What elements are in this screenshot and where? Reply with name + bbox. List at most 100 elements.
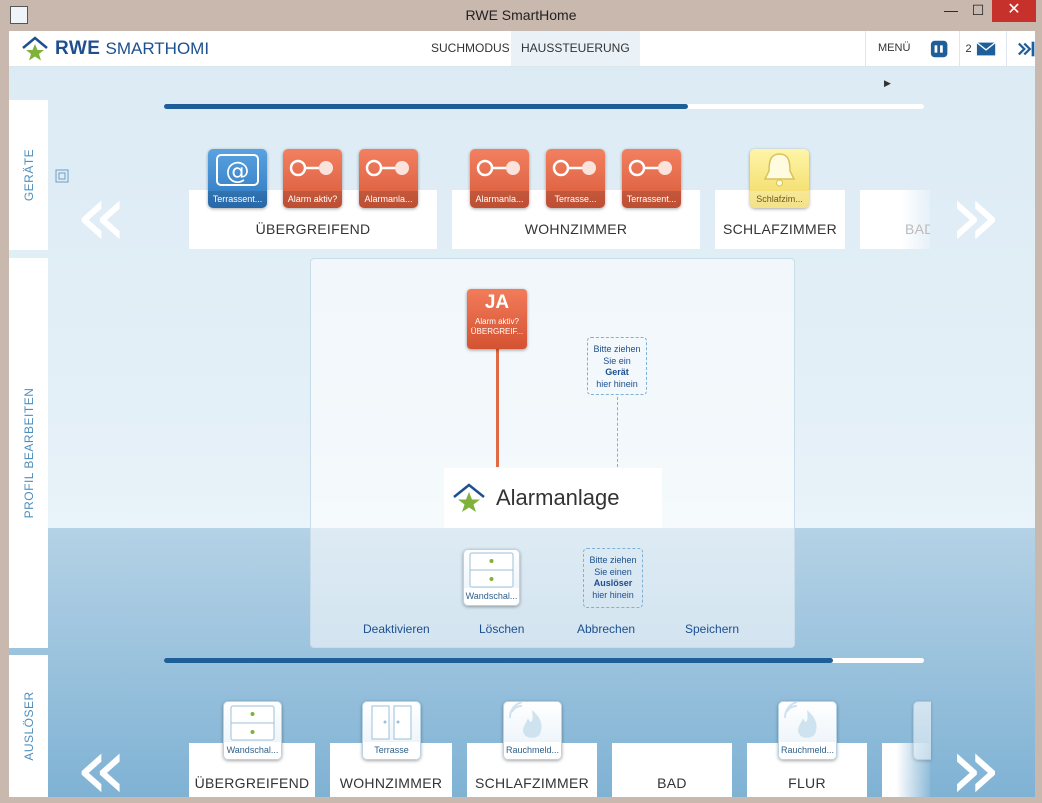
ausloeser-scroll-progress[interactable] [164, 658, 924, 663]
logout-icon[interactable] [1017, 39, 1035, 59]
dropzone-text: hier hinein [596, 378, 638, 389]
condition-room: ÜBERGREIF... [470, 327, 524, 336]
sidetab-profil-label: PROFIL BEARBEITEN [21, 387, 36, 519]
tile-caption: Terrasse [363, 742, 420, 759]
condition-tile[interactable]: JA Alarm aktiv? ÜBERGREIF... [467, 289, 527, 349]
geraete-room-bad: BAD [860, 190, 930, 249]
wall-switch-icon [469, 552, 514, 588]
geraete-prev-arrow[interactable]: « [75, 173, 128, 259]
tile-caption: Rauchmeld... [779, 742, 836, 759]
toggle-status-icon [365, 159, 409, 177]
ausloeser-room-bad: BAD [612, 743, 732, 797]
tile-caption: Schlafzim... [750, 191, 809, 208]
room-label: BAD [905, 221, 930, 237]
house-star-icon [453, 483, 485, 512]
trigger-tile-door-sensor[interactable]: Terrasse [362, 701, 421, 760]
device-settings-icon[interactable] [930, 39, 948, 59]
ausloeser-progress-fill [164, 658, 833, 663]
trigger-tile-wall-switch[interactable]: Wandschal... [223, 701, 282, 760]
dropzone-text: Auslöser [584, 578, 642, 590]
header-separator [1005, 31, 1007, 66]
tab-suchmodus[interactable]: SUCHMODUS [421, 31, 520, 66]
room-label: WOHNZIMMER [339, 775, 443, 791]
maximize-button[interactable]: ☐ [964, 0, 992, 22]
logo-smarthome-text: SMARTHOMI [105, 39, 210, 58]
toggle-status-icon [552, 159, 596, 177]
condition-connector [496, 349, 499, 467]
tile-caption: Terrassent... [208, 191, 267, 208]
device-tile-status[interactable]: Terrasse... [546, 149, 605, 208]
tile-caption: Wandschal... [464, 588, 519, 605]
geraete-next-arrow[interactable]: » [949, 173, 1002, 259]
cancel-button[interactable]: Abbrechen [577, 622, 635, 636]
device-tile-status[interactable]: Alarmanla... [470, 149, 529, 208]
header-right-controls: MENÜ ▶ 2 [865, 31, 1035, 88]
trigger-tile-smoke-detector[interactable]: Rauchmeld... [503, 701, 562, 760]
tile-caption: Rauchmeld... [504, 742, 561, 759]
device-tile-alarm-bell[interactable]: Schlafzim... [750, 149, 809, 208]
dropzone-bold: Gerät [605, 367, 629, 377]
trigger-tile-wall-switch[interactable]: Wandschal... [463, 549, 520, 606]
tile-caption: Alarm aktiv? [283, 191, 342, 208]
rwe-logo[interactable]: RWE SMARTHOMI [21, 35, 209, 63]
app-client: RWE SMARTHOMI SUCHMODUS HAUSSTEUERUNG ME… [9, 31, 1035, 797]
room-label: FLUR [788, 775, 826, 791]
toggle-status-icon [628, 159, 672, 177]
profile-title-box: Alarmanlage [444, 468, 662, 528]
menu-button[interactable]: MENÜ ▶ [865, 31, 928, 88]
room-label: ÜBERGREIFEND [194, 775, 310, 791]
tile-caption: Terrassent... [622, 191, 681, 208]
tab-haussteuerung[interactable]: HAUSSTEUERUNG [511, 31, 640, 66]
wall-switch-icon [230, 705, 275, 741]
trigger-tile-smoke-detector[interactable]: Rauchmeld... [778, 701, 837, 760]
trigger-tile-partial[interactable] [913, 701, 931, 760]
sidetab-profil-bearbeiten[interactable]: PROFIL BEARBEITEN [9, 258, 48, 648]
dropzone-text: Gerät [588, 367, 646, 379]
window-title: RWE SmartHome [465, 7, 577, 23]
sidetab-geraete[interactable]: GERÄTE [9, 100, 48, 250]
close-button[interactable]: ✕ [992, 0, 1036, 22]
condition-name: Alarm aktiv? [474, 317, 519, 326]
device-tile-status[interactable]: Alarm aktiv? [283, 149, 342, 208]
toggle-status-icon [476, 159, 520, 177]
tile-caption: Alarmanla... [359, 191, 418, 208]
menu-label: MENÜ [878, 42, 911, 54]
sidetab-ausloeser-label: AUSLÖSER [21, 691, 36, 761]
logo-rwe-text: RWE [55, 38, 101, 59]
header-separator [958, 31, 960, 66]
dropzone-text: Sie einen [594, 566, 632, 577]
menu-arrow-icon: ▶ [884, 78, 891, 88]
geraete-progress-fill [164, 104, 689, 109]
collapse-icon[interactable] [55, 169, 69, 183]
trigger-drop-zone[interactable]: Bitte ziehen Sie einen Auslöser hier hin… [583, 548, 643, 608]
smoke-detector-icon [508, 702, 542, 738]
mail-icon[interactable] [976, 41, 996, 57]
device-tile-status[interactable]: Terrassent... [622, 149, 681, 208]
app-header: RWE SMARTHOMI SUCHMODUS HAUSSTEUERUNG ME… [9, 31, 1035, 88]
bell-icon [763, 153, 796, 187]
dropzone-bold: Auslöser [593, 578, 633, 588]
save-button[interactable]: Speichern [685, 622, 739, 636]
tile-caption: Terrasse... [546, 191, 605, 208]
ausloeser-prev-arrow[interactable]: « [75, 726, 128, 797]
device-tile-email[interactable]: @ Terrassent... [208, 149, 267, 208]
geraete-scroll-progress[interactable] [164, 104, 924, 109]
device-drop-zone[interactable]: Bitte ziehen Sie ein Gerät hier hinein [587, 337, 647, 395]
room-label: ÜBERGREIFEND [255, 221, 371, 237]
svg-text:@: @ [226, 157, 250, 185]
minimize-button[interactable]: — [937, 0, 965, 22]
device-tile-status[interactable]: Alarmanla... [359, 149, 418, 208]
house-star-icon [22, 36, 48, 61]
dropzone-text: Sie ein [603, 355, 631, 366]
sidetab-ausloeser[interactable]: AUSLÖSER [9, 655, 48, 797]
profile-name: Alarmanlage [496, 485, 620, 510]
room-label: BAD [657, 775, 687, 791]
deactivate-button[interactable]: Deaktivieren [363, 622, 430, 636]
ausloeser-next-arrow[interactable]: » [949, 726, 1002, 797]
email-at-icon: @ [216, 154, 259, 186]
condition-value: JA [484, 292, 510, 313]
delete-button[interactable]: Löschen [479, 622, 524, 636]
room-label: SCHLAFZIMMER [722, 221, 838, 237]
profile-editor-panel: JA Alarm aktiv? ÜBERGREIF... Bitte ziehe… [310, 258, 795, 648]
sidetab-geraete-label: GERÄTE [21, 148, 36, 202]
